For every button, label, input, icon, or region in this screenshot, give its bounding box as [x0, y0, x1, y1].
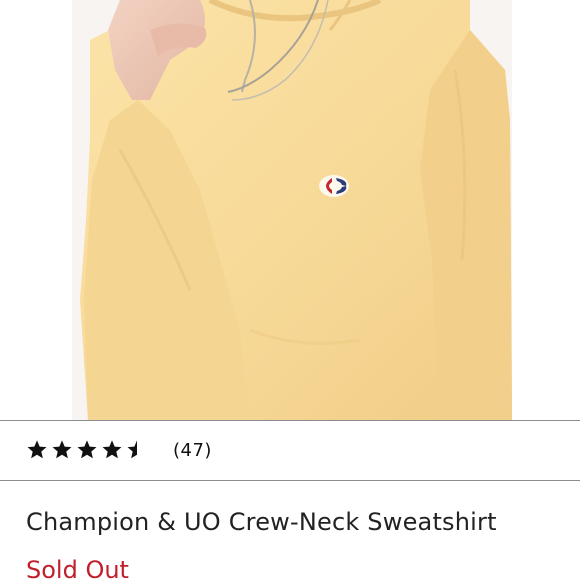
divider	[0, 480, 580, 481]
star-filled-icon	[27, 440, 47, 459]
sweatshirt-photo	[0, 0, 580, 420]
star-filled-icon	[77, 440, 97, 459]
champion-logo-icon	[319, 175, 349, 197]
divider	[0, 420, 580, 421]
review-count[interactable]: (47)	[173, 440, 212, 461]
product-title: Champion & UO Crew-Neck Sweatshirt	[26, 508, 497, 536]
product-image[interactable]	[0, 0, 580, 420]
rating-summary[interactable]: (47)	[26, 436, 212, 464]
star-filled-icon	[52, 440, 72, 459]
star-rating	[26, 439, 151, 461]
star-half-icon	[126, 439, 148, 460]
star-filled-icon	[102, 440, 122, 459]
